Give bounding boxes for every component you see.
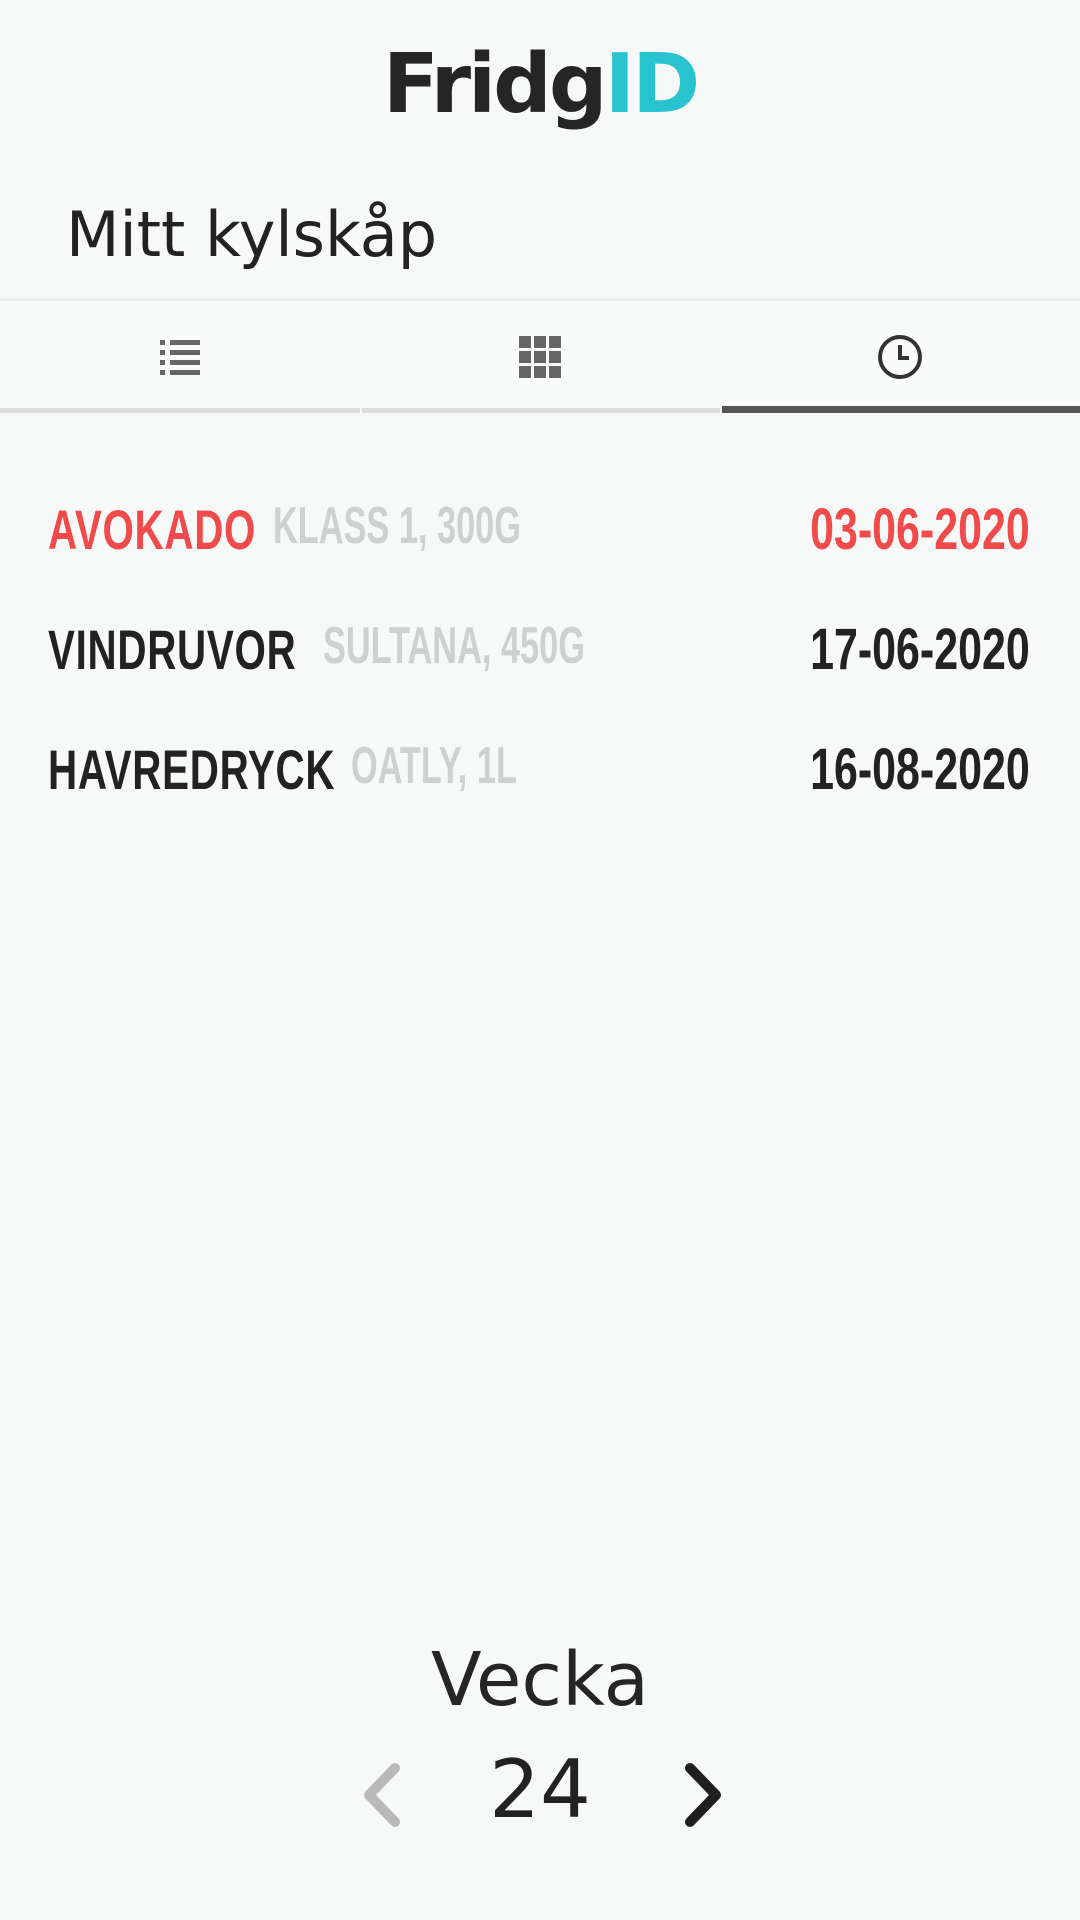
product-description: OATLY, 1L (351, 737, 517, 795)
tab-underline (362, 408, 720, 413)
list-item[interactable]: AVOKADO KLASS 1, 300G 03-06-2020 (0, 470, 1080, 590)
page-title: Mitt kylskåp (66, 198, 438, 271)
tab-list-view[interactable] (0, 301, 360, 413)
product-description: KLASS 1, 300G (273, 497, 521, 555)
grid-icon (519, 336, 561, 378)
list-icon (158, 337, 202, 377)
expiry-date: 03-06-2020 (810, 497, 1030, 562)
product-list: AVOKADO KLASS 1, 300G 03-06-2020 VINDRUV… (0, 470, 1080, 830)
tab-expiry-view[interactable] (720, 301, 1080, 413)
tab-underline-active (722, 406, 1080, 413)
app-header: FridgID Mitt kylskåp (0, 0, 1080, 301)
next-week-button[interactable] (672, 1760, 732, 1830)
week-selector: 24 (0, 1740, 1080, 1840)
week-label: Vecka (431, 1637, 649, 1723)
product-description: SULTANA, 450G (323, 617, 585, 675)
tab-grid-view[interactable] (360, 301, 720, 413)
list-item[interactable]: VINDRUVOR SULTANA, 450G 17-06-2020 (0, 590, 1080, 710)
tab-underline (0, 408, 360, 413)
product-name: AVOKADO (48, 498, 257, 561)
chevron-left-icon (355, 1763, 415, 1834)
expiry-date: 16-08-2020 (810, 737, 1030, 802)
expiry-date: 17-06-2020 (810, 617, 1030, 682)
app-logo: FridgID (382, 37, 700, 132)
clock-icon (876, 333, 924, 381)
view-tabs (0, 301, 1080, 413)
list-item[interactable]: HAVREDRYCK OATLY, 1L 16-08-2020 (0, 710, 1080, 830)
chevron-right-icon (672, 1763, 732, 1834)
product-name: VINDRUVOR (48, 618, 297, 681)
previous-week-button[interactable] (355, 1760, 415, 1830)
product-name: HAVREDRYCK (48, 738, 336, 801)
week-number: 24 (489, 1743, 591, 1836)
